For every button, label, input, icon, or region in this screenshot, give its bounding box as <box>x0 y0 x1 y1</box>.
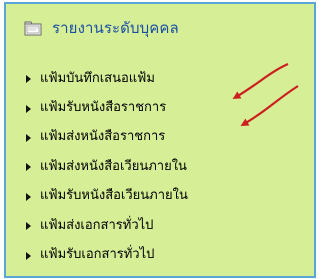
menu-item-label: แฟ้มบันทึกเสนอแฟ้ม <box>40 70 155 86</box>
menu-item-outgoing-general-documents[interactable]: แฟ้มส่งเอกสารทั่วไป <box>26 211 188 240</box>
panel-header: รายงานระดับบุคคล <box>24 20 179 36</box>
menu-item-incoming-general-documents[interactable]: แฟ้มรับเอกสารทั่วไป <box>26 240 188 269</box>
bullet-icon <box>26 163 31 172</box>
menu-item-label: แฟ้มส่งหนังสือเวียนภายใน <box>40 158 187 174</box>
menu-item-proposal-folder[interactable]: แฟ้มบันทึกเสนอแฟ้ม <box>26 64 188 93</box>
menu-item-outgoing-internal-circulars[interactable]: แฟ้มส่งหนังสือเวียนภายใน <box>26 152 188 181</box>
folder-icon <box>24 20 42 36</box>
bullet-icon <box>26 251 31 260</box>
bullet-icon <box>26 75 31 84</box>
menu-item-outgoing-official-letters[interactable]: แฟ้มส่งหนังสือราชการ <box>26 123 188 152</box>
panel-title: รายงานระดับบุคคล <box>52 19 179 37</box>
report-menu-list: แฟ้มบันทึกเสนอแฟ้ม แฟ้มรับหนังสือราชการ … <box>26 64 188 270</box>
menu-item-label: แฟ้มส่งหนังสือราชการ <box>40 129 166 145</box>
reports-panel: รายงานระดับบุคคล แฟ้มบันทึกเสนอแฟ้ม แฟ้ม… <box>4 2 316 278</box>
menu-item-label: แฟ้มรับหนังสือเวียนภายใน <box>40 188 188 204</box>
menu-item-incoming-internal-circulars[interactable]: แฟ้มรับหนังสือเวียนภายใน <box>26 182 188 211</box>
menu-item-label: แฟ้มส่งเอกสารทั่วไป <box>40 217 154 233</box>
menu-item-label: แฟ้มรับเอกสารทั่วไป <box>40 247 155 263</box>
bullet-icon <box>26 133 31 142</box>
bullet-icon <box>26 192 31 201</box>
bullet-icon <box>26 104 31 113</box>
menu-item-incoming-official-letters[interactable]: แฟ้มรับหนังสือราชการ <box>26 93 188 122</box>
bullet-icon <box>26 222 31 231</box>
menu-item-label: แฟ้มรับหนังสือราชการ <box>40 100 167 116</box>
